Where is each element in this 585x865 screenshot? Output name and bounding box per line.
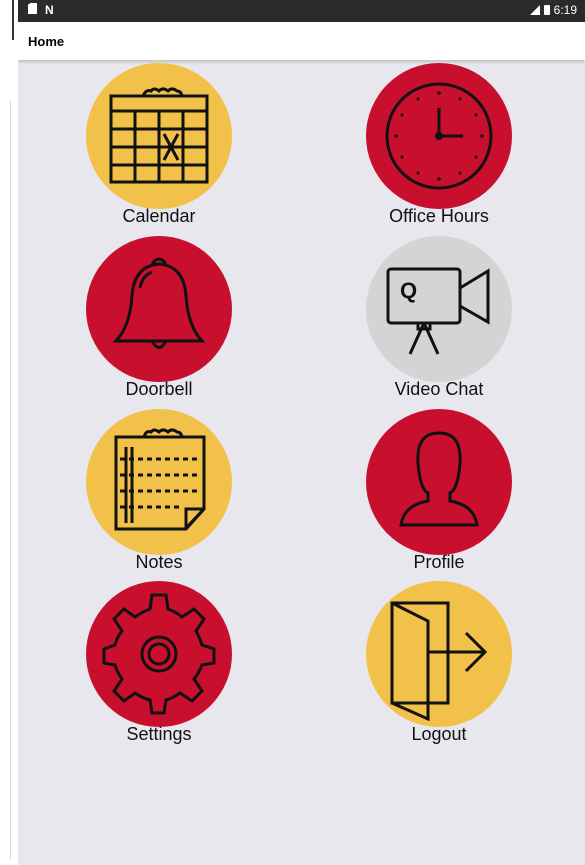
exit-door-icon <box>390 601 488 722</box>
notes-circle[interactable] <box>86 409 232 555</box>
status-bar: N 6:19 <box>18 0 585 22</box>
n-notification-icon: N <box>45 3 54 17</box>
person-icon <box>399 431 479 527</box>
status-time: 6:19 <box>553 3 577 17</box>
edge-line <box>10 100 11 860</box>
svg-text:Q: Q <box>400 278 417 303</box>
app-bar: Home <box>18 22 585 60</box>
signal-icon <box>529 5 540 15</box>
doorbell-circle[interactable] <box>86 236 232 382</box>
profile-circle[interactable] <box>366 409 512 555</box>
calendar-tile[interactable]: Calendar <box>59 63 259 227</box>
logout-circle[interactable] <box>366 581 512 727</box>
settings-circle[interactable] <box>86 581 232 727</box>
settings-tile[interactable]: Settings <box>59 581 259 745</box>
gear-icon <box>102 593 216 715</box>
video-camera-icon: Q <box>386 267 490 355</box>
page-title: Home <box>28 34 65 49</box>
left-screen-edge <box>0 0 18 865</box>
calendar-circle[interactable] <box>86 63 232 209</box>
notepad-icon <box>114 428 206 531</box>
sim-card-icon <box>28 3 37 14</box>
bell-icon <box>112 257 206 349</box>
profile-tile[interactable]: Profile <box>339 409 539 573</box>
clock-icon <box>385 82 493 190</box>
calendar-icon <box>109 87 209 184</box>
battery-icon <box>543 5 550 15</box>
logout-tile[interactable]: Logout <box>339 581 539 745</box>
notes-tile[interactable]: Notes <box>59 409 259 573</box>
office-hours-circle[interactable] <box>366 63 512 209</box>
app-screen: N 6:19 Home Calendar Office Hours Doorbe… <box>18 0 585 865</box>
video-chat-circle[interactable]: Q <box>366 236 512 382</box>
video-chat-tile[interactable]: Q Video Chat <box>339 236 539 400</box>
doorbell-tile[interactable]: Doorbell <box>59 236 259 400</box>
office-hours-tile[interactable]: Office Hours <box>339 63 539 227</box>
edge-marker <box>12 0 14 40</box>
